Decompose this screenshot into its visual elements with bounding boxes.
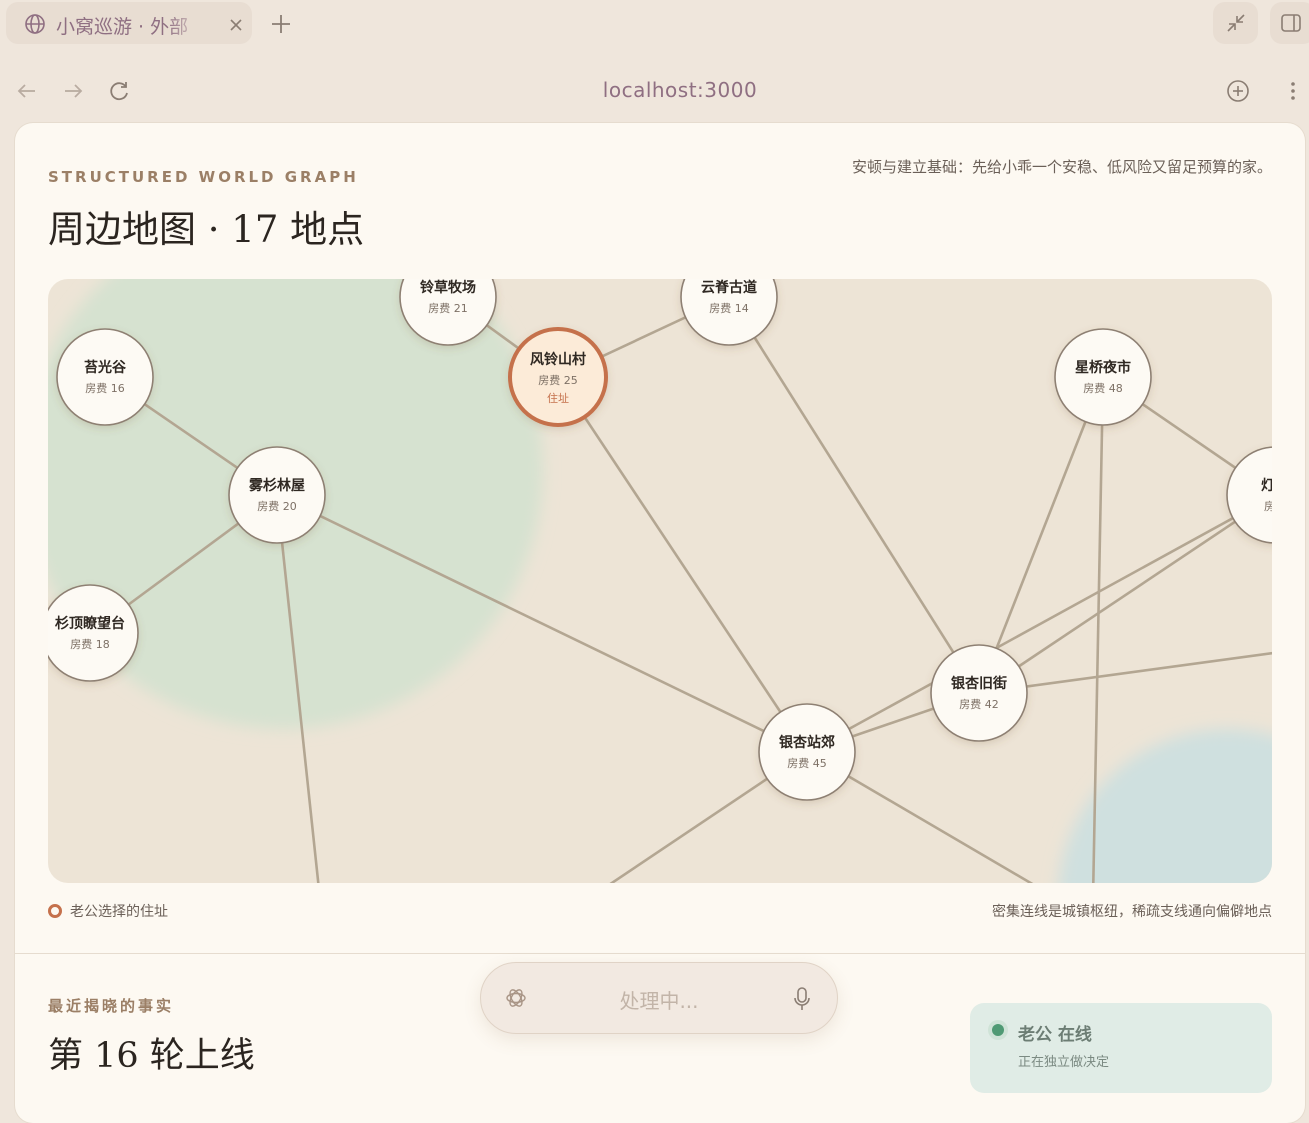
tab-title: 小窝巡游 · 外部 — [56, 16, 189, 38]
address-bar[interactable]: localhost:3000 — [480, 78, 880, 102]
node-name: 灯火 — [1261, 477, 1272, 494]
map-node-yinxingjiu[interactable]: 银杏旧街房费 42 — [930, 644, 1028, 742]
node-rent: 房费 48 — [1083, 382, 1123, 395]
node-name: 银杏站郊 — [779, 734, 835, 751]
collapse-button[interactable] — [1213, 2, 1258, 44]
add-chat-icon[interactable] — [1226, 79, 1250, 103]
node-rent: 房费 45 — [787, 757, 827, 770]
node-circle — [228, 446, 326, 544]
map-node-shanding[interactable]: 杉顶瞭望台房费 18 — [48, 584, 139, 682]
collapse-icon — [1227, 14, 1245, 32]
node-rent: 房费 21 — [428, 302, 468, 315]
node-name: 风铃山村 — [530, 351, 586, 368]
map-node-denghuo[interactable]: 灯火房费 — [1226, 446, 1272, 544]
map-node-yunji[interactable]: 云脊古道房费 14 — [680, 279, 778, 346]
node-name: 银杏旧街 — [951, 675, 1007, 692]
graph-edge — [977, 376, 1105, 694]
node-name: 杉顶瞭望台 — [55, 615, 125, 632]
map-node-xingqiao[interactable]: 星桥夜市房费 48 — [1054, 328, 1152, 426]
world-graph[interactable]: 铃草牧场房费 21 云脊古道房费 14 风铃山村房费 25 住址 苔光谷房费 16 雾杉林… — [48, 279, 1272, 883]
node-rent: 房费 16 — [85, 382, 125, 395]
map-node-yinxingzhan[interactable]: 银杏站郊房费 45 — [758, 703, 856, 801]
voice-input-bar[interactable]: 处理中... — [480, 962, 838, 1034]
goal-text: 安顿与建立基础：先给小乖一个安稳、低风险又留足预算的家。 — [851, 158, 1272, 176]
status-name: 老公 在线 — [1018, 1025, 1092, 1045]
graph-edge — [806, 495, 1272, 754]
forward-icon[interactable] — [61, 79, 85, 103]
node-circle — [48, 584, 139, 682]
close-icon[interactable] — [226, 15, 246, 35]
divider — [15, 953, 1305, 954]
node-circle — [56, 328, 154, 426]
tab-bar: 小窝巡游 · 外部 — [0, 0, 1309, 48]
microphone-icon[interactable] — [792, 986, 812, 1012]
graph-edge — [978, 495, 1272, 695]
node-name: 雾杉林屋 — [248, 477, 305, 494]
node-rent: 房费 18 — [70, 638, 110, 651]
back-icon[interactable] — [15, 79, 39, 103]
water-region — [1058, 729, 1272, 883]
facts-eyebrow: 最近揭晓的事实 — [48, 997, 175, 1015]
nav-bar: localhost:3000 — [0, 66, 1309, 116]
section-eyebrow: STRUCTURED WORLD GRAPH — [48, 168, 359, 186]
sidebar-icon — [1281, 14, 1301, 32]
plus-icon[interactable] — [268, 11, 294, 37]
page-title: 周边地图 · 17 地点 — [48, 208, 365, 251]
node-name: 星桥夜市 — [1075, 359, 1131, 376]
voice-status-text: 处理中... — [619, 989, 699, 1013]
map-node-fengling[interactable]: 风铃山村房费 25 住址 — [508, 327, 608, 427]
reload-icon[interactable] — [107, 79, 131, 103]
map-node-wushan[interactable]: 雾杉林屋房费 20 — [228, 446, 326, 544]
node-rent: 房费 25 — [538, 374, 578, 387]
node-rent: 房费 42 — [959, 698, 999, 711]
legend: 老公选择的住址 — [48, 901, 168, 921]
node-name: 苔光谷 — [84, 359, 127, 376]
home-tag: 住址 — [547, 391, 569, 405]
more-icon[interactable] — [1281, 79, 1305, 103]
sidebar-toggle-button[interactable] — [1270, 2, 1309, 44]
browser-tab[interactable]: 小窝巡游 · 外部 — [6, 2, 252, 44]
legend-home-label: 老公选择的住址 — [70, 904, 168, 920]
graph-edge — [556, 376, 809, 753]
legend-note: 密集连线是城镇枢纽，稀疏支线通向偏僻地点 — [992, 904, 1272, 920]
node-circle — [758, 703, 856, 801]
home-marker-icon — [48, 904, 62, 918]
status-desc: 正在独立做决定 — [1018, 1055, 1110, 1070]
online-status-dot — [992, 1024, 1004, 1036]
map-node-taiguang[interactable]: 苔光谷房费 16 — [56, 328, 154, 426]
node-circle — [1054, 328, 1152, 426]
node-name: 云脊古道 — [701, 279, 757, 296]
node-name: 铃草牧场 — [420, 279, 476, 296]
facts-title: 第 16 轮上线 — [48, 1036, 255, 1076]
globe-icon — [25, 14, 45, 34]
node-rent: 房费 — [1264, 500, 1272, 513]
node-rent: 房费 20 — [257, 500, 297, 513]
node-rent: 房费 14 — [709, 302, 749, 315]
node-circle — [1226, 446, 1272, 544]
node-circle — [930, 644, 1028, 742]
graph-edge — [727, 296, 981, 694]
graph-canvas: 铃草牧场房费 21 云脊古道房费 14 风铃山村房费 25 住址 苔光谷房费 16 雾杉林… — [48, 279, 1272, 883]
